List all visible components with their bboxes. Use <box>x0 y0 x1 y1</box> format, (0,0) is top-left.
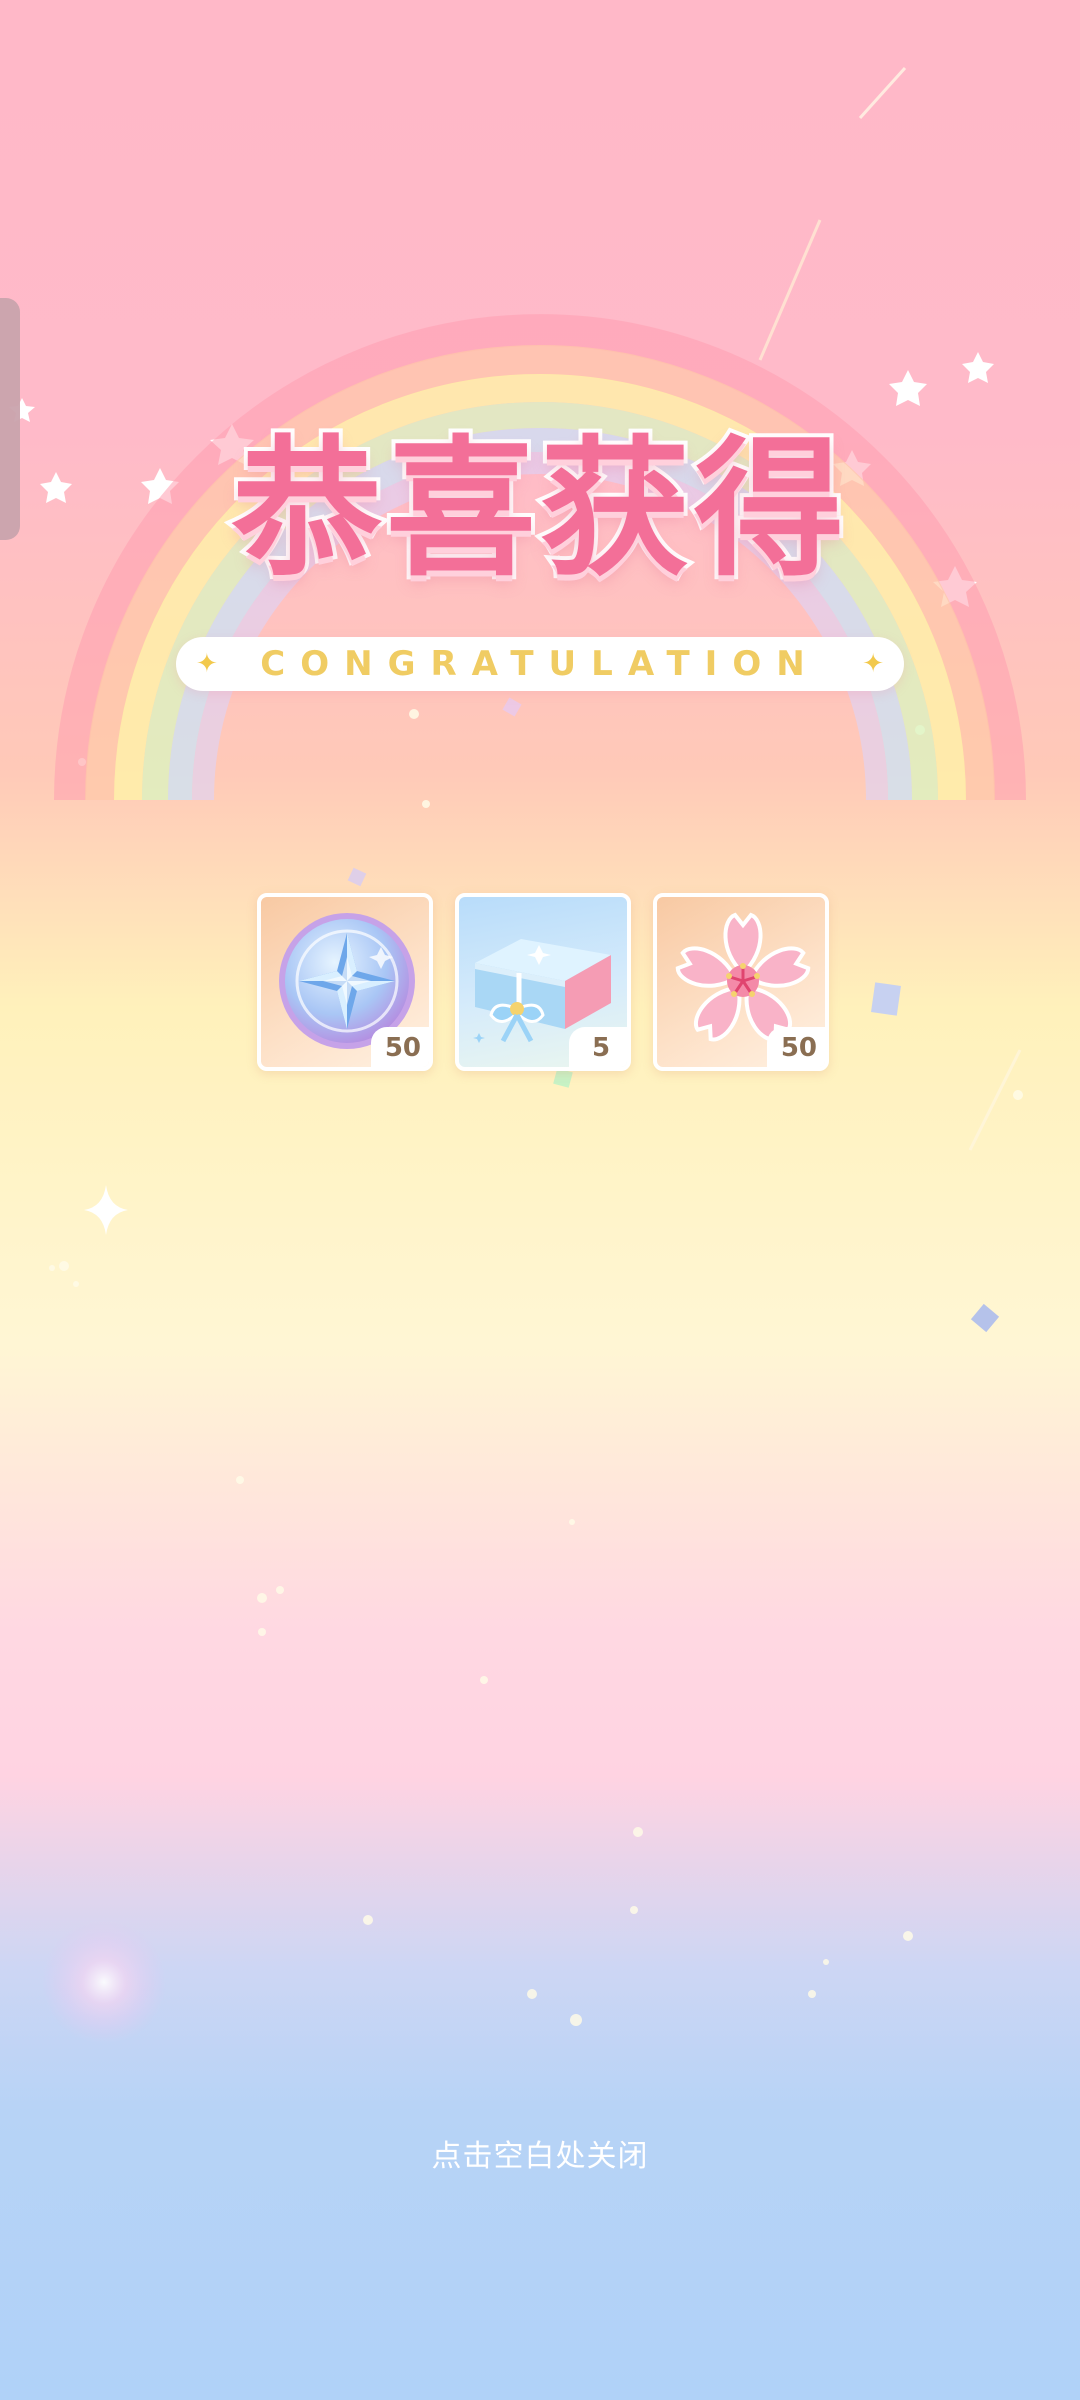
page-title: 恭喜获得 <box>228 419 848 601</box>
reward-card-compass-medal[interactable]: 50 <box>257 893 433 1071</box>
glow-orb <box>42 1920 166 2044</box>
subtitle-pill: ✦ CONGRATULATION ✦ <box>176 637 904 691</box>
reward-quantity: 50 <box>766 1027 825 1067</box>
reward-card-gift-box[interactable]: 5 <box>455 893 631 1071</box>
reward-quantity: 5 <box>569 1027 627 1067</box>
side-drawer-handle[interactable] <box>0 298 20 540</box>
reward-popup-overlay[interactable]: 恭喜获得 ✦ CONGRATULATION ✦ 50 5 50 点击空白处关闭 <box>0 0 1080 2400</box>
reward-quantity: 50 <box>370 1027 429 1067</box>
title-banner: 恭喜获得 <box>160 419 920 620</box>
reward-card-sakura-flower[interactable]: 50 <box>653 893 829 1071</box>
sparkle-icon: ✦ <box>862 649 884 679</box>
subtitle-text: CONGRATULATION <box>260 644 820 684</box>
tap-to-close-hint: 点击空白处关闭 <box>431 2139 649 2174</box>
sparkle-icon <box>84 1185 128 1235</box>
